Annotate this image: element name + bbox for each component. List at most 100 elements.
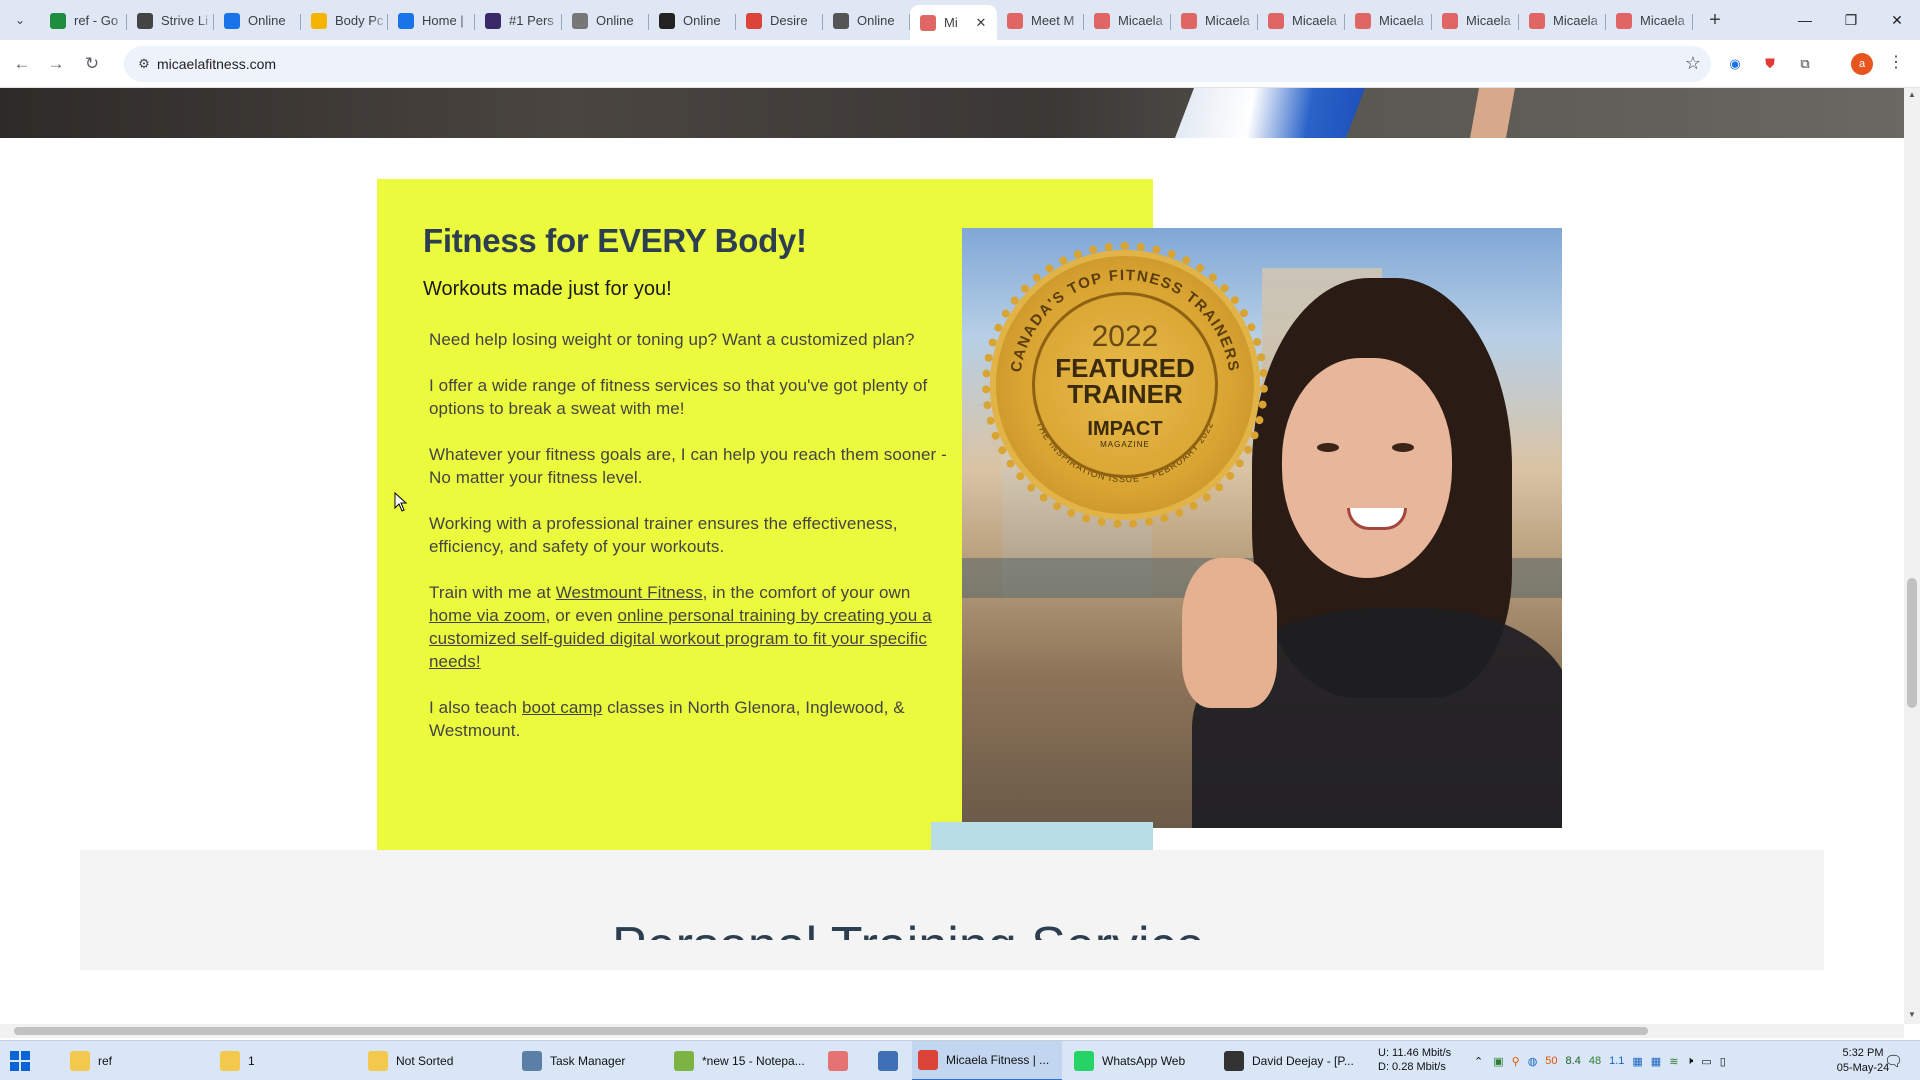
- tray-monitor-icon[interactable]: ▦: [1651, 1055, 1661, 1068]
- browser-tab[interactable]: ref - Go: [40, 5, 127, 36]
- app-icon: [1224, 1051, 1244, 1071]
- westmount-fitness-link[interactable]: Westmount Fitness: [556, 583, 703, 602]
- network-icon[interactable]: ▯: [1720, 1055, 1726, 1068]
- taskbar-item[interactable]: ref: [64, 1041, 209, 1080]
- vertical-scrollbar[interactable]: ▲ ▼: [1904, 88, 1920, 1024]
- shield-extension-icon[interactable]: ⛊: [1760, 54, 1780, 74]
- tab-title: Home |: [422, 13, 464, 28]
- boot-camp-link[interactable]: boot camp: [522, 698, 602, 717]
- minimize-icon[interactable]: —: [1782, 0, 1828, 40]
- badge-brand: IMPACT: [1087, 418, 1163, 440]
- address-bar[interactable]: ⚙ micaelafitness.com ☆: [124, 46, 1711, 82]
- paragraph: I also teach boot camp classes in North …: [429, 696, 949, 742]
- close-tab-icon[interactable]: ✕: [973, 15, 989, 31]
- network-speed: U: 11.46 Mbit/s D: 0.28 Mbit/s: [1378, 1046, 1451, 1074]
- badge-title: FEATURED TRAINER: [990, 355, 1260, 407]
- forward-icon[interactable]: →: [42, 50, 70, 78]
- tray-wifi-icon[interactable]: ≋: [1669, 1055, 1678, 1068]
- scroll-down-icon[interactable]: ▼: [1908, 1010, 1916, 1019]
- browser-tab[interactable]: Meet M: [997, 5, 1084, 36]
- paragraph: Need help losing weight or toning up? Wa…: [429, 330, 915, 349]
- tray-search-icon[interactable]: ⚲: [1512, 1055, 1520, 1068]
- new-tab-icon[interactable]: +: [1703, 8, 1727, 32]
- profile-avatar[interactable]: a: [1851, 53, 1873, 75]
- tray-monitor-icon[interactable]: ▦: [1632, 1055, 1642, 1068]
- net-down: D: 0.28 Mbit/s: [1378, 1061, 1446, 1073]
- photo-eye: [1317, 443, 1339, 452]
- extensions-puzzle-icon[interactable]: ⧉: [1795, 54, 1815, 74]
- url-text[interactable]: micaelafitness.com: [157, 56, 276, 72]
- tab-search-icon[interactable]: ⌄: [8, 8, 32, 32]
- browser-tab[interactable]: Online: [823, 5, 910, 36]
- extension-icon[interactable]: ◉: [1725, 54, 1745, 74]
- micaela-icon: [1094, 12, 1110, 29]
- taskbar-item-label: 1: [248, 1054, 255, 1068]
- paragraph: Train with me at Westmount Fitness, in t…: [429, 581, 949, 673]
- browser-tab[interactable]: Micaela: [1606, 5, 1693, 36]
- task-manager-icon: [522, 1051, 542, 1071]
- photo-face: [1282, 358, 1452, 578]
- browser-tab[interactable]: Home |: [388, 5, 475, 36]
- logo-icon: [659, 12, 675, 29]
- browser-tab[interactable]: Micaela: [1171, 5, 1258, 36]
- hero-shirt: [1175, 88, 1365, 138]
- tab-title: Micaela: [1640, 13, 1685, 28]
- menu-icon[interactable]: ⋮: [1888, 52, 1904, 72]
- vertical-scroll-thumb[interactable]: [1907, 578, 1917, 708]
- browser-tab[interactable]: Online: [562, 5, 649, 36]
- featured-trainer-badge: CANADA'S TOP FITNESS TRAINERS THE INSPIR…: [982, 242, 1268, 528]
- back-icon[interactable]: ←: [8, 50, 36, 78]
- browser-tab[interactable]: Online: [649, 5, 736, 36]
- taskbar-item[interactable]: WhatsApp Web: [1068, 1041, 1213, 1080]
- browser-tab[interactable]: Micaela: [1432, 5, 1519, 36]
- taskbar-item[interactable]: [822, 1041, 866, 1080]
- site-info-icon[interactable]: ⚙: [134, 54, 154, 74]
- browser-tab[interactable]: Micaela: [1258, 5, 1345, 36]
- browser-tab[interactable]: Micaela: [1519, 5, 1606, 36]
- browser-tab[interactable]: Desire: [736, 5, 823, 36]
- taskbar-item[interactable]: Micaela Fitness | ...: [912, 1041, 1062, 1080]
- reload-icon[interactable]: ↻: [78, 50, 106, 78]
- sheets-icon: [50, 12, 66, 29]
- taskbar-item[interactable]: *new 15 - Notepa...: [668, 1041, 818, 1080]
- browser-tab[interactable]: #1 Pers: [475, 5, 562, 36]
- tab-title: Meet M: [1031, 13, 1075, 28]
- restore-icon[interactable]: ❐: [1828, 0, 1874, 40]
- tray-expand-icon[interactable]: ⌃: [1474, 1055, 1483, 1068]
- notifications-icon[interactable]: 🗨: [1884, 1052, 1903, 1070]
- scroll-up-icon[interactable]: ▲: [1908, 90, 1916, 99]
- volume-icon[interactable]: 🕨: [1686, 1055, 1693, 1068]
- horizontal-scroll-thumb[interactable]: [14, 1027, 1648, 1035]
- tab-title: Online: [857, 13, 895, 28]
- close-window-icon[interactable]: ✕: [1874, 0, 1920, 40]
- tray-app-icon[interactable]: ▣: [1493, 1055, 1503, 1068]
- notepad-icon: [674, 1051, 694, 1071]
- browser-tab[interactable]: Micaela: [1345, 5, 1432, 36]
- folder-icon: [70, 1051, 90, 1071]
- badge-year: 2022: [1091, 320, 1159, 353]
- browser-tab[interactable]: Strive Li: [127, 5, 214, 36]
- taskbar-item-label: WhatsApp Web: [1102, 1054, 1186, 1068]
- check-icon: [224, 12, 240, 29]
- horizontal-scrollbar[interactable]: [0, 1024, 1904, 1038]
- browser-tab[interactable]: Online: [214, 5, 301, 36]
- taskbar-item[interactable]: [872, 1041, 908, 1080]
- tray-globe-icon[interactable]: ◍: [1528, 1055, 1538, 1068]
- bookmark-star-icon[interactable]: ☆: [1685, 53, 1701, 74]
- windows-start-icon[interactable]: [10, 1051, 30, 1071]
- home-zoom-link[interactable]: home via zoom: [429, 606, 546, 625]
- notes-icon: [878, 1051, 898, 1071]
- browser-tab[interactable]: Body Pc: [301, 5, 388, 36]
- browser-tab[interactable]: Micaela: [1084, 5, 1171, 36]
- browser-tab[interactable]: Mi ✕: [910, 5, 997, 40]
- taskbar-item[interactable]: Not Sorted: [362, 1041, 512, 1080]
- tab-title: Micaela: [1379, 13, 1424, 28]
- battery-icon[interactable]: ▭: [1701, 1055, 1711, 1068]
- taskbar-item[interactable]: 1: [214, 1041, 359, 1080]
- paragraph: I offer a wide range of fitness services…: [429, 376, 928, 418]
- tray-stat: 48: [1588, 1055, 1602, 1067]
- taskbar-item[interactable]: David Deejay - [P...: [1218, 1041, 1368, 1080]
- taskbar-item[interactable]: Task Manager: [516, 1041, 664, 1080]
- g-icon: [746, 12, 762, 29]
- intro-text: Need help losing weight or toning up? Wa…: [429, 328, 949, 765]
